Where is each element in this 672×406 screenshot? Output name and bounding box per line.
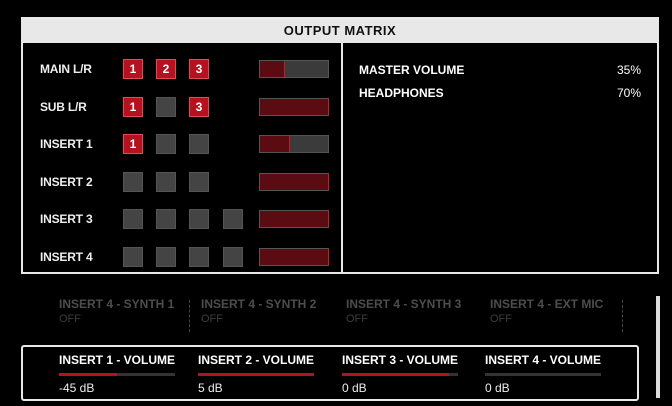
row-level-fill [260, 173, 329, 190]
scrollbar-thumb[interactable] [656, 296, 660, 398]
route-toggle[interactable] [223, 246, 243, 267]
levels-pane: MASTER VOLUME 35% HEADPHONES 70% [343, 43, 657, 272]
route-toggle[interactable] [189, 134, 209, 154]
row-level-fill [260, 61, 285, 77]
route-toggle[interactable]: 1 [123, 59, 143, 79]
route-toggle[interactable] [223, 209, 243, 229]
row-level-slider[interactable] [259, 135, 329, 153]
row-level-fill [260, 211, 329, 227]
master-volume-label: MASTER VOLUME [359, 63, 465, 77]
row-level-fill [260, 98, 329, 115]
matrix-row: INSERT 4 [23, 246, 341, 268]
volume-bar[interactable] [342, 373, 458, 376]
scrollbar[interactable] [656, 296, 660, 398]
headphones-row[interactable]: HEADPHONES 70% [359, 83, 641, 103]
tab-divider [189, 300, 190, 332]
tab-divider [622, 300, 623, 332]
source-tab[interactable]: INSERT 4 - EXT MIC OFF [490, 296, 630, 334]
master-volume-row[interactable]: MASTER VOLUME 35% [359, 60, 641, 80]
volume-tab-label: INSERT 2 - VOLUME [198, 353, 315, 367]
route-toggle[interactable]: 1 [123, 96, 143, 117]
master-volume-value: 35% [616, 63, 641, 77]
route-toggle[interactable] [123, 171, 143, 192]
matrix-row-label: MAIN L/R [40, 62, 92, 76]
route-toggle[interactable]: 2 [156, 59, 176, 79]
volume-tab-label: INSERT 3 - VOLUME [342, 353, 459, 367]
route-toggle[interactable] [189, 171, 209, 192]
route-toggle[interactable] [156, 134, 176, 154]
route-toggle[interactable]: 3 [189, 59, 209, 79]
source-tab-title: INSERT 4 - SYNTH 1 [59, 297, 175, 311]
route-toggle[interactable] [156, 171, 176, 192]
route-toggle[interactable]: 1 [123, 134, 143, 154]
source-tab-title: INSERT 4 - SYNTH 3 [346, 297, 462, 311]
route-toggle[interactable]: 3 [189, 96, 209, 117]
matrix-row-label: INSERT 3 [40, 212, 93, 226]
matrix-row: INSERT 2 [23, 171, 341, 193]
matrix-row-label: INSERT 4 [40, 249, 93, 264]
source-tab[interactable]: INSERT 4 - SYNTH 3 OFF [346, 296, 486, 334]
volume-bar-fill [198, 373, 314, 376]
source-tab-state: OFF [346, 313, 368, 325]
route-toggle[interactable] [156, 246, 176, 267]
volume-tab[interactable]: INSERT 1 - VOLUME -45 dB [59, 353, 195, 397]
row-level-slider[interactable] [259, 172, 329, 191]
matrix-row-label: INSERT 2 [40, 174, 93, 189]
source-tab-title: INSERT 4 - SYNTH 2 [201, 297, 317, 311]
volume-bar[interactable] [485, 373, 601, 376]
route-toggle[interactable] [189, 246, 209, 267]
headphones-label: HEADPHONES [359, 86, 444, 100]
volume-tab[interactable]: INSERT 2 - VOLUME 5 dB [198, 353, 334, 397]
route-toggle[interactable] [189, 209, 209, 229]
volume-tab-label: INSERT 1 - VOLUME [59, 353, 176, 367]
route-toggle[interactable] [123, 246, 143, 267]
matrix-row: SUB L/R 1 3 [23, 96, 341, 118]
matrix-title: OUTPUT MATRIX [23, 19, 657, 43]
row-level-slider[interactable] [259, 97, 329, 116]
headphones-value: 70% [616, 86, 641, 100]
volume-tabs-panel: INSERT 1 - VOLUME -45 dB INSERT 2 - VOLUME… [21, 345, 639, 401]
route-toggle[interactable] [156, 209, 176, 229]
row-level-slider[interactable] [259, 210, 329, 228]
volume-bar[interactable] [59, 373, 175, 376]
source-tab-state: OFF [59, 313, 81, 325]
source-tab[interactable]: INSERT 4 - SYNTH 2 OFF [201, 296, 341, 334]
volume-tab-value: 0 dB [485, 381, 510, 395]
route-toggle[interactable] [123, 209, 143, 229]
row-level-fill [260, 136, 290, 152]
routing-grid: MAIN L/R 1 2 3 SUB L/R 1 3 INSERT 1 1 INSERT 2 INS… [23, 43, 341, 272]
matrix-row-label: SUB L/R [40, 99, 87, 114]
matrix-row: INSERT 1 1 [23, 133, 341, 155]
volume-bar-fill [59, 373, 117, 376]
row-level-fill [260, 248, 329, 265]
output-matrix-panel: OUTPUT MATRIX MAIN L/R 1 2 3 SUB L/R 1 3 INSERT… [21, 17, 659, 274]
matrix-row-label: INSERT 1 [40, 137, 93, 151]
volume-tab-value: 0 dB [342, 381, 367, 395]
volume-tab-value: -45 dB [59, 381, 95, 395]
volume-tab-label: INSERT 4 - VOLUME [485, 353, 602, 367]
source-tab-state: OFF [201, 313, 223, 325]
matrix-row: MAIN L/R 1 2 3 [23, 58, 341, 80]
volume-tab[interactable]: INSERT 3 - VOLUME 0 dB [342, 353, 478, 397]
source-tab-state: OFF [490, 313, 512, 325]
row-level-slider[interactable] [259, 247, 329, 266]
source-tabs: INSERT 4 - SYNTH 1 OFF INSERT 4 - SYNTH … [36, 296, 636, 334]
matrix-row: INSERT 3 [23, 208, 341, 230]
volume-bar-fill [342, 373, 449, 376]
row-level-slider[interactable] [259, 60, 329, 78]
source-tab-title: INSERT 4 - EXT MIC [490, 297, 604, 311]
volume-bar[interactable] [198, 373, 314, 376]
volume-tab-value: 5 dB [198, 381, 223, 395]
route-toggle[interactable] [156, 96, 176, 117]
volume-tab[interactable]: INSERT 4 - VOLUME 0 dB [485, 353, 621, 397]
source-tab[interactable]: INSERT 4 - SYNTH 1 OFF [59, 296, 199, 334]
